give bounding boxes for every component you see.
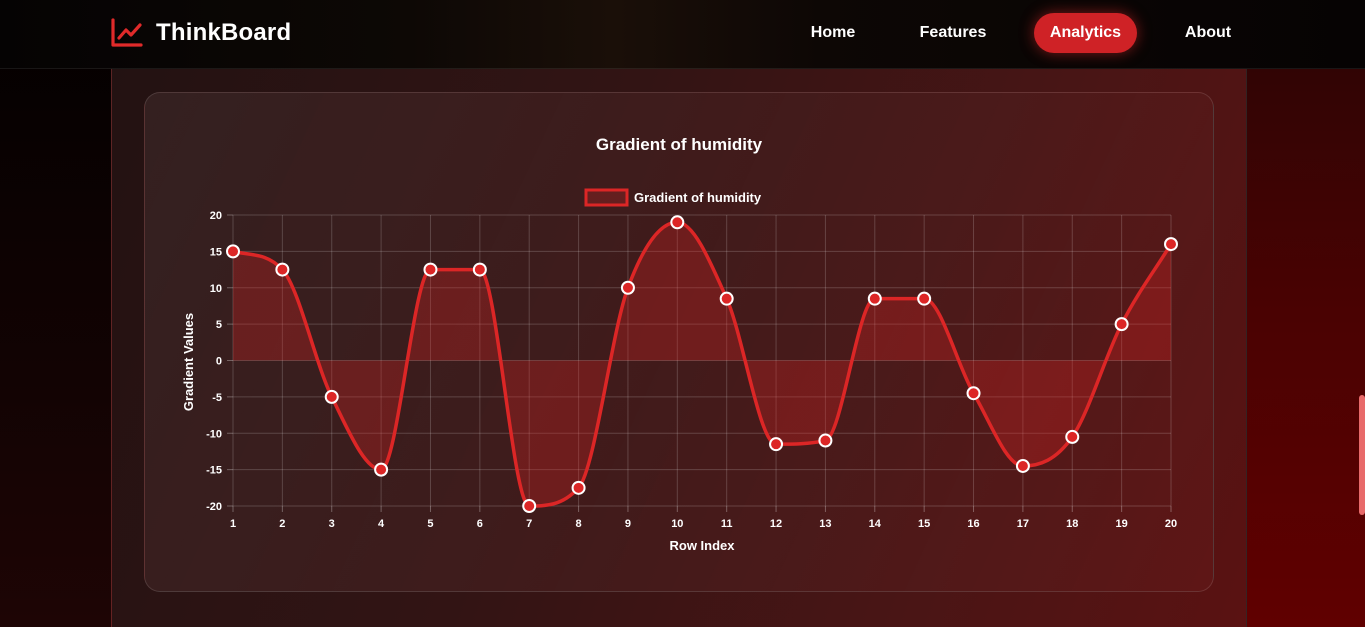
x-tick-label: 15	[918, 518, 930, 530]
y-tick-label: 20	[210, 210, 222, 222]
data-point[interactable]	[818, 433, 833, 448]
data-point[interactable]	[1114, 317, 1129, 332]
data-point[interactable]	[966, 386, 981, 401]
data-point[interactable]	[1065, 429, 1080, 444]
data-point[interactable]	[571, 480, 586, 495]
x-tick-label: 20	[1165, 518, 1177, 530]
scrollbar-thumb[interactable]	[1359, 395, 1365, 515]
y-tick-label: -15	[206, 465, 222, 477]
data-point[interactable]	[324, 389, 339, 404]
data-point[interactable]	[1164, 237, 1178, 252]
x-tick-label: 13	[819, 518, 831, 530]
y-tick-label: 15	[210, 246, 222, 258]
gradient-chart: 20151050-5-10-15-201 2 3 4 5 6 7 8 9 10 11 12 13 14 15…	[181, 135, 1178, 553]
x-tick-label: 1	[230, 518, 236, 530]
x-tick-label: 16	[967, 518, 979, 530]
x-tick-label: 14	[869, 518, 882, 530]
data-point[interactable]	[719, 291, 734, 306]
x-tick-label: 6	[477, 518, 483, 530]
chart-title: Gradient of humidity	[596, 135, 763, 154]
x-tick-label: 18	[1066, 518, 1078, 530]
data-point[interactable]	[670, 215, 685, 230]
y-tick-label: -5	[212, 392, 222, 404]
x-tick-label: 12	[770, 518, 782, 530]
y-tick-label: -10	[206, 428, 222, 440]
y-tick-label: 5	[216, 319, 222, 331]
data-point[interactable]	[423, 262, 438, 277]
legend-swatch[interactable]	[584, 188, 629, 207]
y-tick-label: -20	[206, 501, 222, 513]
data-point[interactable]	[226, 244, 240, 259]
y-tick-label: 0	[216, 356, 222, 368]
data-point[interactable]	[522, 499, 537, 513]
data-point[interactable]	[275, 262, 290, 277]
x-tick-label: 3	[329, 518, 335, 530]
legend-label[interactable]: Gradient of humidity	[634, 190, 762, 205]
x-tick-label: 17	[1017, 518, 1029, 530]
x-tick-label: 11	[721, 518, 733, 530]
x-tick-label: 10	[671, 518, 683, 530]
data-point[interactable]	[769, 437, 784, 452]
data-point[interactable]	[867, 291, 882, 306]
x-tick-label: 19	[1116, 518, 1128, 530]
y-tick-label: 10	[210, 283, 222, 295]
data-point[interactable]	[472, 262, 487, 277]
series-area-fill	[233, 222, 1171, 506]
x-tick-label: 9	[625, 518, 631, 530]
data-point[interactable]	[917, 291, 932, 306]
y-axis-title: Gradient Values	[181, 313, 196, 411]
x-tick-label: 2	[279, 518, 285, 530]
x-tick-label: 5	[427, 518, 433, 530]
x-tick-label: 8	[576, 518, 582, 530]
data-point[interactable]	[620, 280, 635, 295]
data-point[interactable]	[1015, 458, 1030, 473]
x-tick-label: 7	[526, 518, 532, 530]
data-point[interactable]	[374, 462, 389, 477]
x-tick-label: 4	[378, 518, 385, 530]
x-axis-title: Row Index	[669, 538, 735, 553]
